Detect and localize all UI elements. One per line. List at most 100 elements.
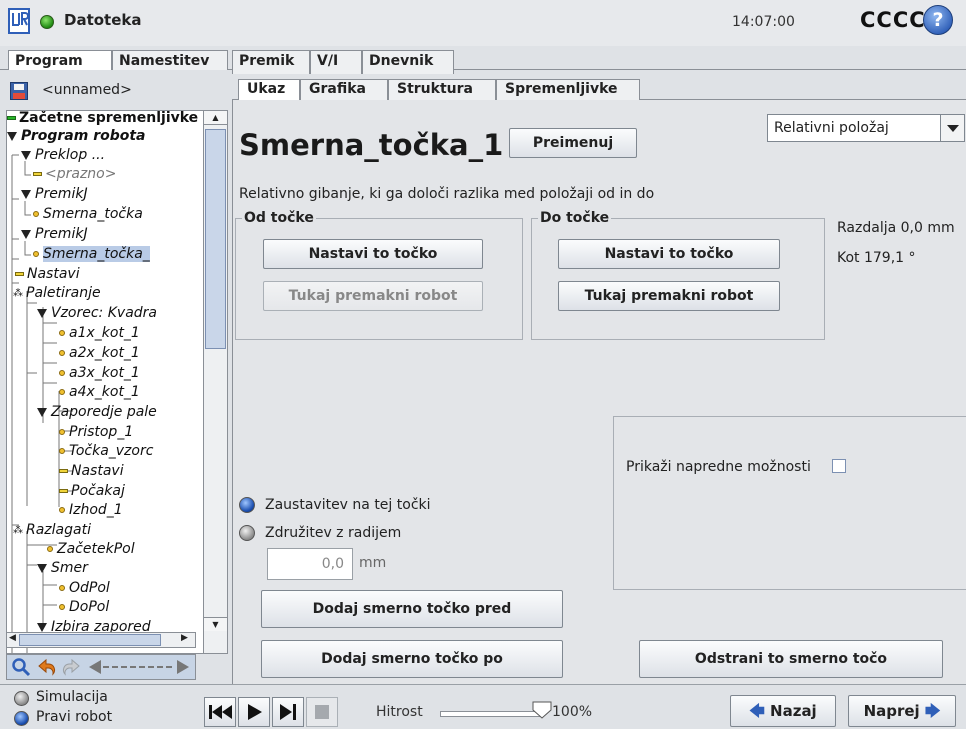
wait-command-icon	[59, 489, 68, 493]
blend-radius-input[interactable]: 0,0	[267, 548, 353, 580]
file-menu[interactable]: Datoteka	[64, 11, 142, 29]
stop-at-point-radio[interactable]	[239, 497, 255, 513]
scrollbar-thumb[interactable]	[19, 634, 161, 646]
ur-logo-icon	[8, 8, 30, 34]
waypoint-icon	[59, 585, 65, 591]
tab-graphics[interactable]: Grafika	[300, 79, 388, 101]
scroll-left-arrow-icon[interactable]: ◀	[9, 633, 16, 643]
tree-node[interactable]: <prazno>	[33, 166, 116, 182]
waypoint-icon	[59, 389, 65, 395]
tree-node[interactable]: DoPol	[59, 599, 109, 615]
tree-node[interactable]: a3x_kot_1	[59, 365, 140, 381]
back-button[interactable]: 🡄 Nazaj	[730, 695, 836, 727]
blend-radius-radio[interactable]	[239, 525, 255, 541]
remove-waypoint-button[interactable]: Odstrani to smerno točo	[639, 640, 943, 678]
undo-icon[interactable]	[35, 657, 57, 677]
step-button[interactable]	[272, 697, 304, 727]
tab-variables[interactable]: Spremenljivke	[496, 79, 640, 101]
waypoint-icon	[59, 330, 65, 336]
tree-horizontal-scrollbar[interactable]: ◀ ▶	[6, 632, 196, 648]
tree-node[interactable]: Zaporedje pale	[37, 404, 157, 420]
chevron-down-icon[interactable]	[940, 115, 964, 141]
tree-node-selected[interactable]: Smerna_točka_	[33, 246, 150, 262]
scroll-up-arrow-icon[interactable]: ▲	[204, 111, 227, 125]
tree-node[interactable]: Preklop ...	[21, 147, 105, 163]
from-point-group: Od točke Nastavi to točko Tukaj premakni…	[235, 210, 523, 340]
command-panel: Smerna_točka_1 Preimenuj Relativni polož…	[232, 100, 966, 684]
step-forward-icon	[280, 704, 296, 720]
next-button[interactable]: Naprej 🡆	[848, 695, 956, 727]
add-waypoint-before-button[interactable]: Dodaj smerno točko pred	[261, 590, 563, 628]
simulation-radio[interactable]	[14, 691, 29, 706]
tree-node[interactable]: Pristop_1	[59, 424, 133, 440]
set-to-point-button[interactable]: Nastavi to točko	[558, 239, 780, 269]
scroll-down-arrow-icon[interactable]: ▼	[204, 617, 227, 631]
skip-back-icon	[209, 705, 232, 719]
save-icon[interactable]	[10, 82, 28, 100]
expand-triangle-icon	[21, 229, 31, 239]
tree-node[interactable]: a1x_kot_1	[59, 325, 140, 341]
tree-node[interactable]: PremikJ	[21, 226, 88, 242]
rename-button[interactable]: Preimenuj	[509, 128, 637, 158]
tab-log[interactable]: Dnevnik	[362, 50, 454, 74]
set-from-point-button[interactable]: Nastavi to točko	[263, 239, 483, 269]
tree-node[interactable]: Smer	[37, 560, 88, 576]
tree-node[interactable]: Vzorec: Kvadra	[37, 305, 157, 321]
tree-node[interactable]: Nastavi	[15, 266, 80, 282]
tab-io[interactable]: V/I	[310, 50, 362, 74]
move-node-arrows-icon[interactable]	[87, 657, 191, 677]
speed-slider-handle[interactable]	[532, 701, 552, 719]
tree-toolbar	[6, 654, 196, 680]
redo-icon[interactable]	[61, 657, 83, 677]
tree-node[interactable]: Počakaj	[59, 483, 125, 499]
scroll-right-arrow-icon[interactable]: ▶	[181, 633, 188, 643]
program-tree[interactable]: Začetne spremenljivke Program robota Pre…	[6, 110, 228, 654]
help-icon[interactable]: ?	[923, 5, 953, 35]
tree-node[interactable]: Točka_vzorc	[59, 443, 153, 459]
speed-value: 100%	[552, 704, 593, 720]
tree-node[interactable]: Nastavi	[59, 463, 124, 479]
placeholder-icon	[33, 172, 42, 176]
tree-node[interactable]: Izhod_1	[59, 502, 123, 518]
speed-slider[interactable]	[440, 711, 540, 717]
tab-move[interactable]: Premik	[232, 50, 310, 74]
tree-node[interactable]: Smerna_točka	[33, 206, 143, 222]
play-button[interactable]	[238, 697, 270, 727]
tree-node[interactable]: ⁂ Razlagati	[13, 522, 91, 538]
tree-node[interactable]: Program robota	[7, 128, 146, 144]
to-point-group: Do točke Nastavi to točko Tukaj premakni…	[531, 210, 825, 340]
position-mode-select[interactable]: Relativni položaj	[767, 114, 965, 142]
tree-node[interactable]: a2x_kot_1	[59, 345, 140, 361]
expand-triangle-icon	[37, 308, 47, 318]
tree-node[interactable]: OdPol	[59, 580, 110, 596]
move-robot-here-to-button[interactable]: Tukaj premakni robot	[558, 281, 780, 311]
stop-button[interactable]	[306, 697, 338, 727]
real-robot-radio[interactable]	[14, 711, 29, 726]
expand-triangle-icon	[37, 407, 47, 417]
tab-structure[interactable]: Struktura	[388, 79, 496, 101]
bottom-bar: Simulacija Pravi robot Hitrost 100% 🡄 Na…	[0, 684, 966, 729]
add-waypoint-after-button[interactable]: Dodaj smerno točko po	[261, 640, 563, 678]
tab-command[interactable]: Ukaz	[238, 79, 300, 101]
simulation-label: Simulacija	[36, 689, 108, 705]
search-icon[interactable]	[11, 657, 31, 677]
play-icon	[248, 704, 262, 720]
distance-readout: Razdalja 0,0 mm	[837, 220, 955, 236]
waypoint-icon	[59, 350, 65, 356]
tree-vertical-scrollbar[interactable]: ▲ ▼	[203, 111, 227, 653]
to-point-title: Do točke	[538, 210, 612, 226]
move-robot-here-from-button[interactable]: Tukaj premakni robot	[263, 281, 483, 311]
program-file-name: <unnamed>	[42, 82, 132, 98]
tree-node[interactable]: a4x_kot_1	[59, 384, 140, 400]
tree-node[interactable]: PremikJ	[21, 186, 88, 202]
tree-node[interactable]: ⁂ Paletiranje	[13, 285, 101, 301]
advanced-options-checkbox[interactable]	[832, 459, 846, 473]
tree-node[interactable]: ZačetekPol	[47, 541, 135, 557]
tree-node[interactable]: Začetne spremenljivke	[7, 111, 198, 126]
back-label: Nazaj	[770, 702, 817, 720]
clock: 14:07:00	[732, 14, 795, 30]
skip-back-button[interactable]	[204, 697, 236, 727]
scrollbar-thumb[interactable]	[205, 129, 226, 349]
angle-readout: Kot 179,1 °	[837, 250, 916, 266]
real-robot-label: Pravi robot	[36, 709, 113, 725]
